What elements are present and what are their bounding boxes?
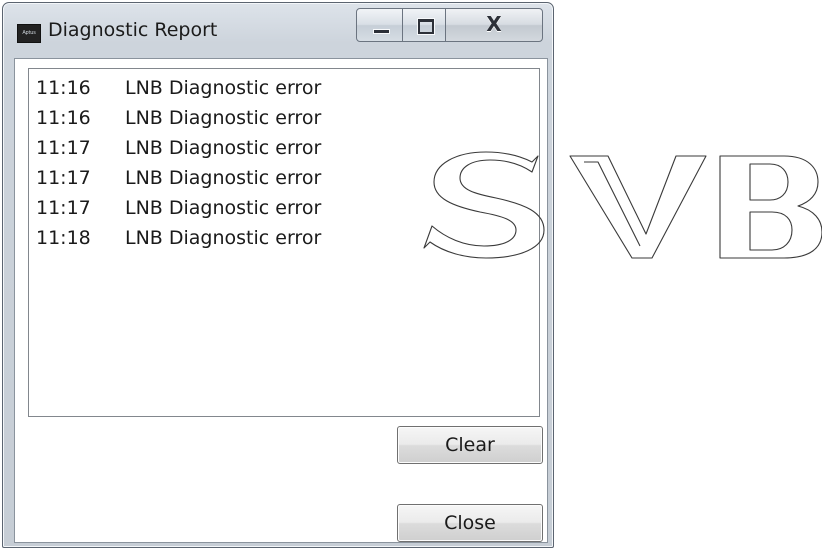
log-time: 11:17: [36, 197, 91, 219]
caption-buttons: X: [356, 8, 546, 44]
log-message: LNB Diagnostic error: [125, 227, 322, 249]
minimize-button[interactable]: [356, 8, 403, 42]
svb-watermark-logo: [423, 151, 822, 259]
log-message: LNB Diagnostic error: [125, 107, 322, 129]
log-time: 11:17: [36, 137, 91, 159]
log-message: LNB Diagnostic error: [125, 167, 322, 189]
maximize-icon: [418, 19, 434, 34]
log-row[interactable]: 11:16 LNB Diagnostic error: [29, 77, 539, 107]
close-icon: X: [486, 12, 502, 36]
log-message: LNB Diagnostic error: [125, 77, 322, 99]
maximize-button[interactable]: [402, 8, 446, 42]
title-bar[interactable]: Aptus Diagnostic Report X: [3, 3, 553, 61]
minimize-icon: [373, 29, 390, 34]
clear-button[interactable]: Clear: [397, 426, 543, 464]
diagnostic-report-window: Aptus Diagnostic Report X 11:16 LNB Diag…: [2, 2, 554, 548]
client-area: 11:16 LNB Diagnostic error 11:16 LNB Dia…: [14, 58, 548, 543]
app-icon: Aptus: [17, 24, 41, 43]
close-button[interactable]: Close: [397, 504, 543, 542]
close-window-button[interactable]: X: [445, 8, 543, 42]
log-time: 11:16: [36, 77, 91, 99]
window-title: Diagnostic Report: [48, 19, 218, 41]
log-time: 11:18: [36, 227, 91, 249]
stage: Aptus Diagnostic Report X 11:16 LNB Diag…: [0, 0, 822, 551]
log-message: LNB Diagnostic error: [125, 197, 322, 219]
log-message: LNB Diagnostic error: [125, 137, 322, 159]
log-time: 11:17: [36, 167, 91, 189]
log-row[interactable]: 11:16 LNB Diagnostic error: [29, 107, 539, 137]
log-time: 11:16: [36, 107, 91, 129]
